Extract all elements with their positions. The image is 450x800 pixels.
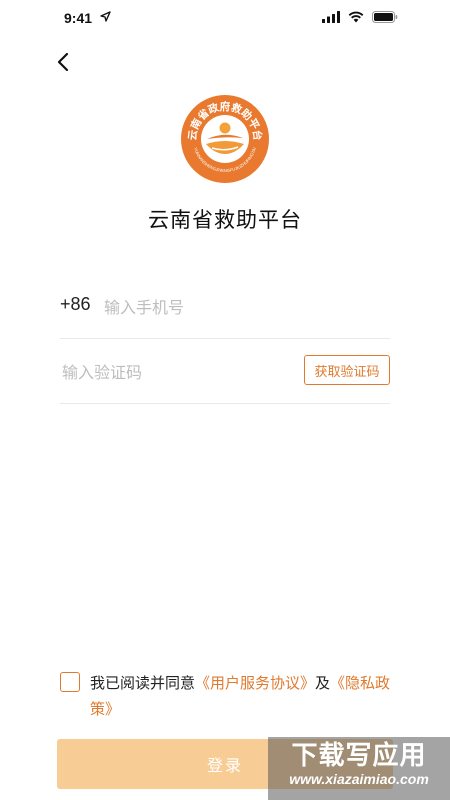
- country-code[interactable]: +86: [60, 294, 91, 315]
- agreement-prefix: 我已阅读并同意: [90, 674, 196, 692]
- status-bar: 9:41: [0, 0, 450, 36]
- watermark: 下载写应用 www.xiazaimiao.com: [268, 737, 450, 800]
- agree-checkbox[interactable]: [60, 672, 80, 692]
- verification-row: 获取验证码: [60, 339, 390, 404]
- status-icons: [322, 11, 398, 23]
- watermark-sub: www.xiazaimiao.com: [289, 771, 429, 787]
- get-code-button[interactable]: 获取验证码: [304, 355, 390, 385]
- verification-code-input[interactable]: [60, 357, 284, 387]
- agreement-and: 及: [315, 674, 331, 692]
- agreement-text: 我已阅读并同意《用户服务协议》及《隐私政策》: [90, 670, 410, 722]
- status-time: 9:41: [64, 10, 93, 26]
- chevron-left-icon: [57, 52, 69, 72]
- back-button[interactable]: [50, 48, 78, 76]
- watermark-main: 下载写应用: [291, 741, 427, 771]
- wifi-icon: [348, 11, 364, 23]
- battery-icon: [372, 11, 398, 23]
- logo-emblem-icon: 云南省政府救助平台 YUNNANSHENGZHENGFUJIUZHUPINGTA…: [181, 95, 269, 183]
- app-logo: 云南省政府救助平台 YUNNANSHENGZHENGFUJIUZHUPINGTA…: [180, 94, 270, 184]
- phone-row: +86: [60, 274, 390, 339]
- location-arrow-icon: [100, 11, 111, 22]
- user-agreement-link[interactable]: 《用户服务协议》: [195, 674, 315, 692]
- app-title: 云南省救助平台: [148, 208, 302, 232]
- signal-icon: [322, 11, 340, 23]
- phone-input[interactable]: [102, 292, 346, 322]
